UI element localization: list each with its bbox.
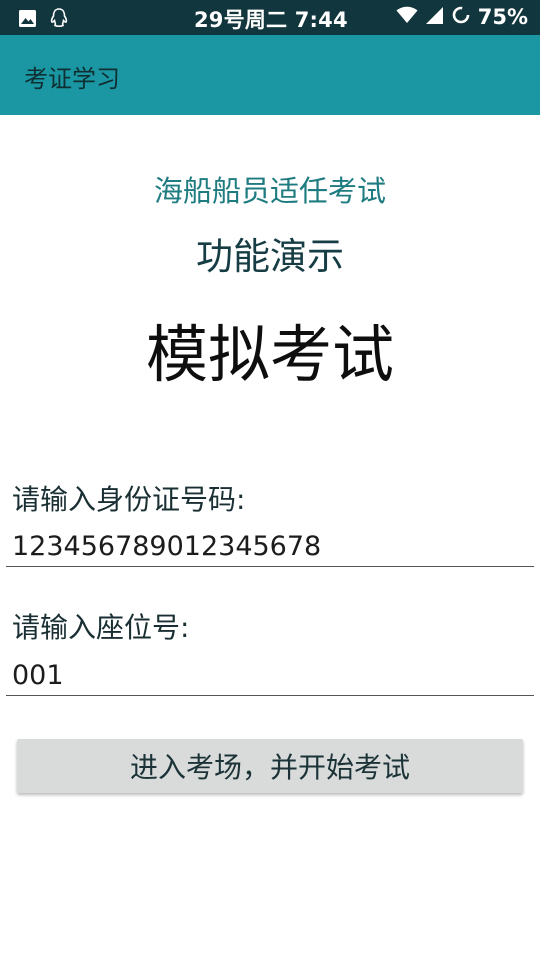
wifi-icon [396, 6, 418, 28]
image-icon [18, 9, 37, 32]
sync-icon [451, 5, 471, 29]
status-bar: 29号周二 7:44 75% [0, 0, 540, 35]
id-number-input[interactable] [6, 527, 534, 567]
qq-icon [49, 7, 69, 33]
exam-category-subtitle: 海船船员适任考试 [153, 174, 386, 208]
page-title: 模拟考试 [145, 318, 394, 391]
seat-number-input[interactable] [6, 656, 534, 696]
cellular-signal-icon [425, 6, 444, 29]
id-number-label: 请输入身份证号码: [12, 483, 246, 516]
status-time: 29号周二 7:44 [194, 8, 348, 32]
app-bar: 考证学习 [0, 35, 540, 115]
status-bar-notifications [18, 7, 69, 33]
enter-exam-button[interactable]: 进入考场，并开始考试 [17, 739, 523, 793]
status-bar-system: 75% [396, 5, 528, 29]
demo-title: 功能演示 [196, 235, 344, 278]
app-title: 考证学习 [24, 65, 120, 93]
battery-level: 75% [477, 5, 528, 29]
seat-number-label: 请输入座位号: [12, 611, 190, 644]
